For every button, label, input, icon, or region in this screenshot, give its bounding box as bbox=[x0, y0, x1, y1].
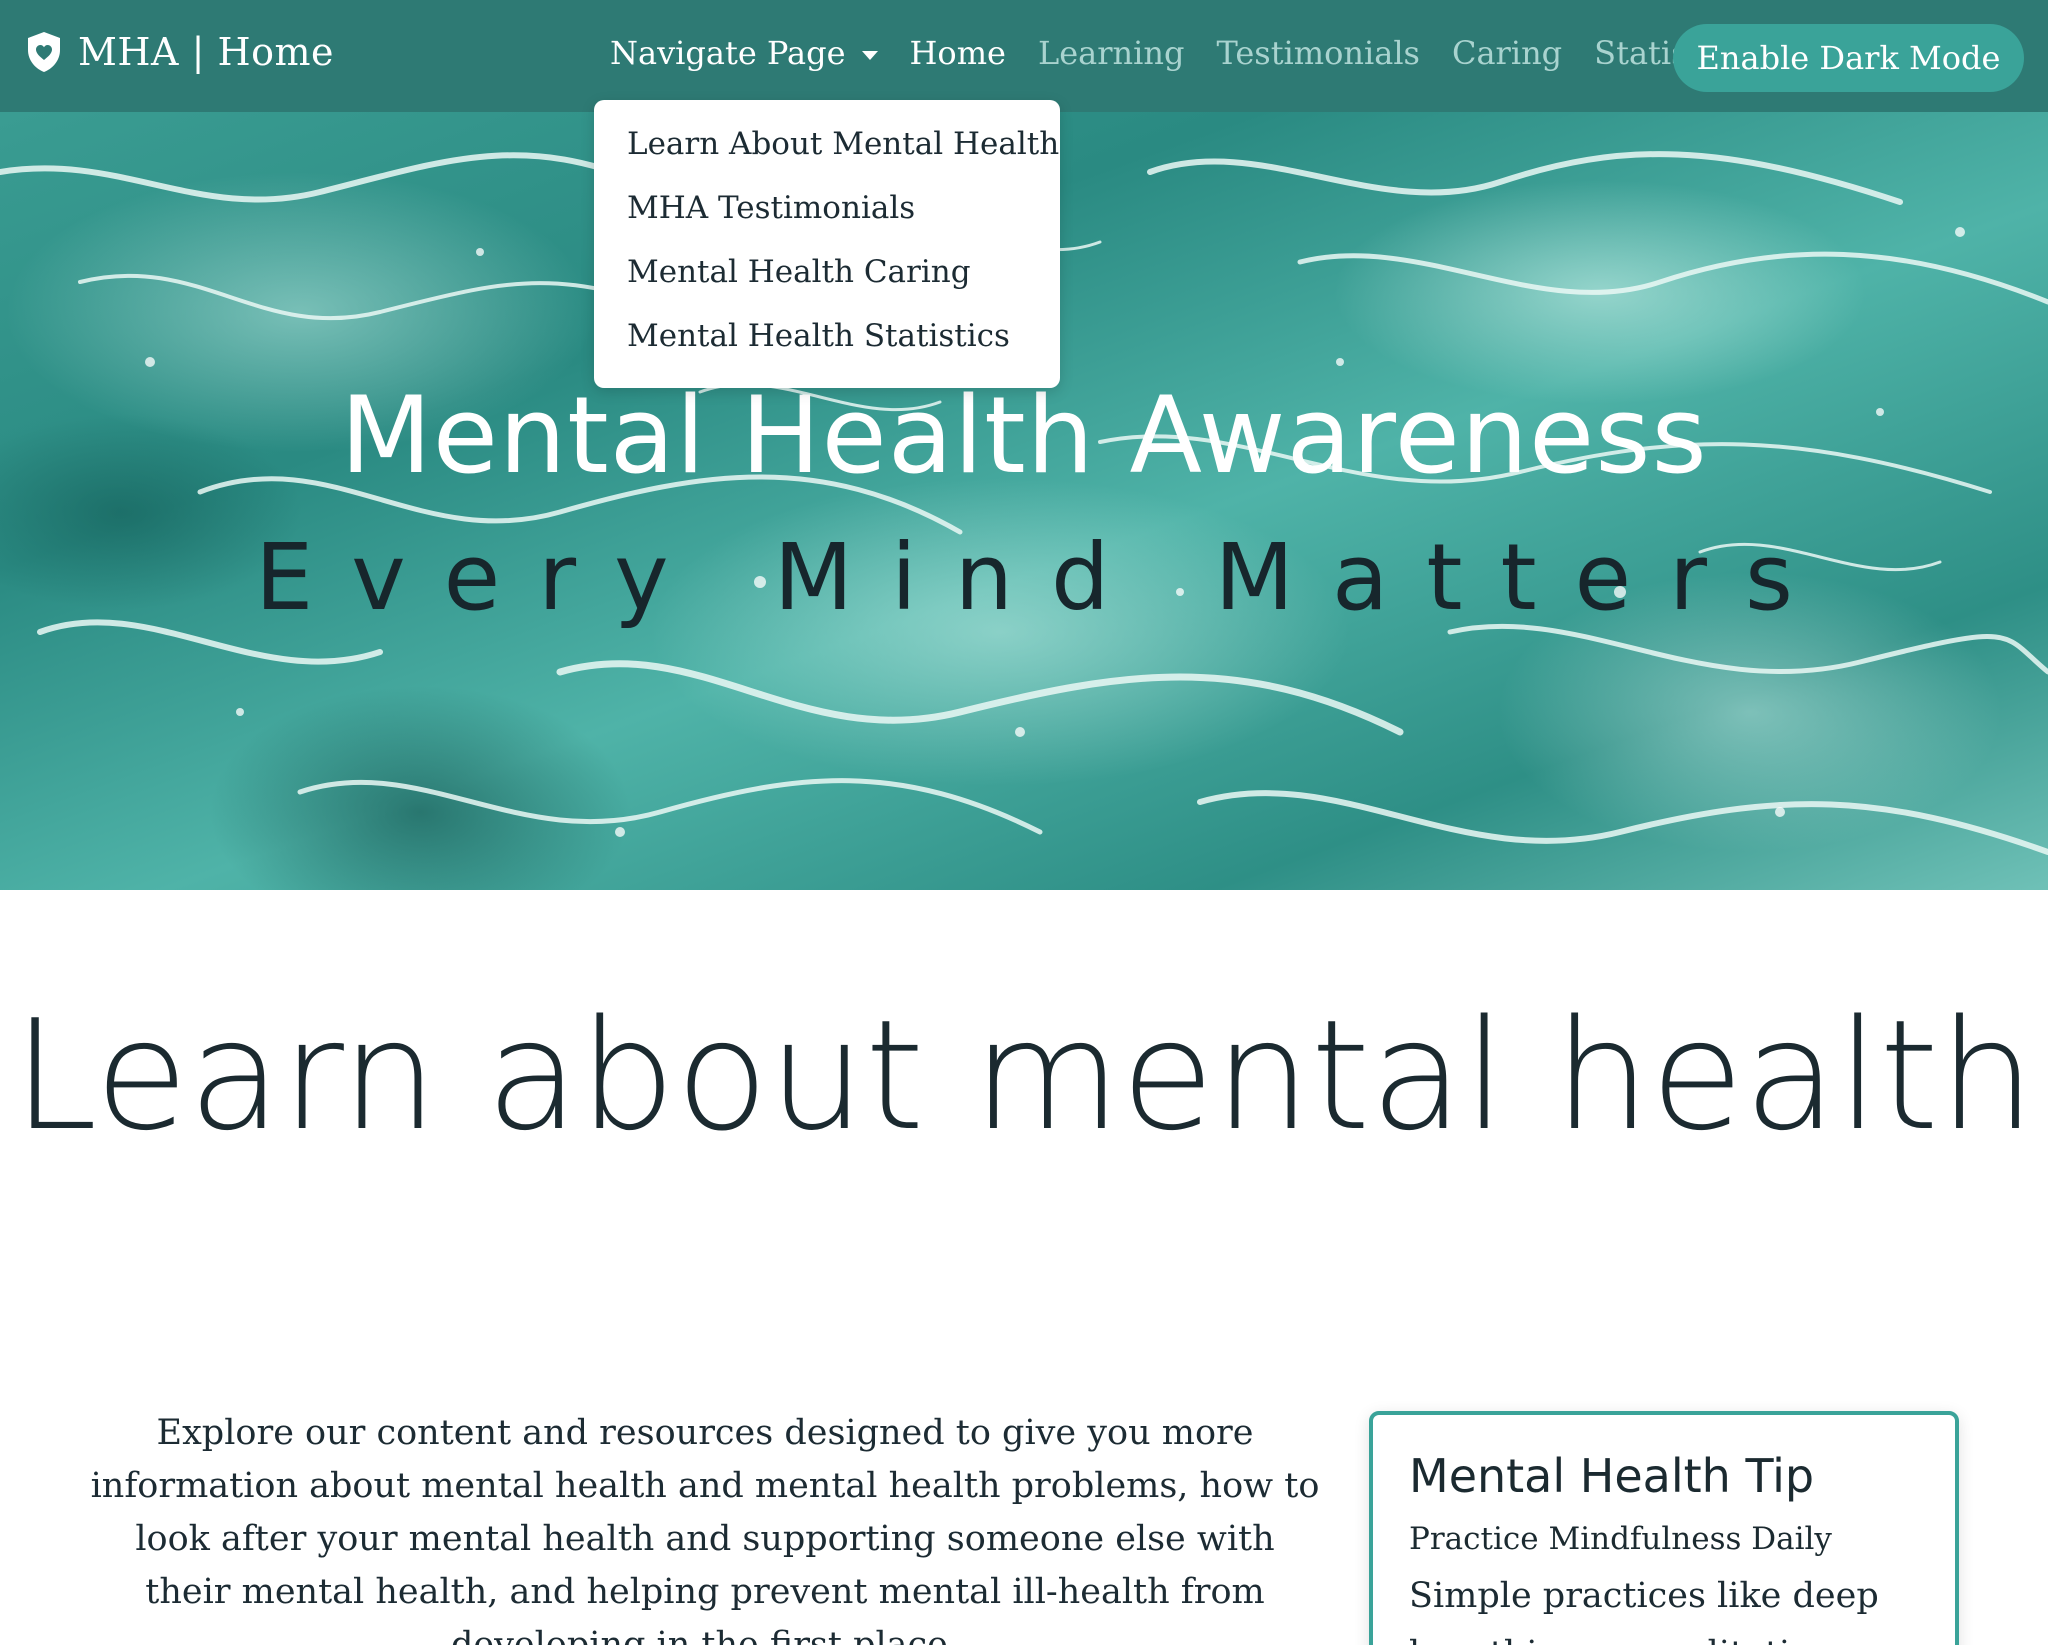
nav-link-learning[interactable]: Learning bbox=[1038, 34, 1185, 72]
enable-dark-mode-button[interactable]: Enable Dark Mode bbox=[1673, 24, 2024, 92]
shield-heart-icon bbox=[28, 32, 60, 72]
navbar: MHA | Home Navigate Page Home Learning T… bbox=[0, 0, 2048, 112]
intro-paragraph: Explore our content and resources design… bbox=[90, 1413, 1320, 1645]
tip-text: Simple practices like deep breathing or … bbox=[1409, 1576, 1879, 1645]
navigate-page-dropdown[interactable]: Navigate Page bbox=[610, 34, 878, 72]
mental-health-tip-card: Mental Health Tip Practice Mindfulness D… bbox=[1369, 1411, 1959, 1645]
nav-links: Navigate Page Home Learning Testimonials… bbox=[610, 34, 1777, 72]
nav-link-testimonials[interactable]: Testimonials bbox=[1216, 34, 1420, 72]
nav-link-caring[interactable]: Caring bbox=[1452, 34, 1562, 72]
brand-text: MHA | Home bbox=[78, 30, 334, 74]
navigate-page-label: Navigate Page bbox=[610, 34, 846, 72]
brand-link[interactable]: MHA | Home bbox=[24, 30, 334, 74]
caret-down-icon bbox=[861, 50, 878, 60]
hero-subtitle: Every Mind Matters bbox=[255, 524, 1831, 631]
hero-title: Mental Health Awareness bbox=[340, 374, 1708, 497]
navigate-page-menu: Learn About Mental Health MHA Testimonia… bbox=[594, 100, 1060, 388]
section-heading: Learn about mental health bbox=[12, 987, 2036, 1164]
dropdown-item-learn[interactable]: Learn About Mental Health bbox=[594, 122, 1060, 186]
dropdown-item-testimonials[interactable]: MHA Testimonials bbox=[594, 186, 1060, 250]
dropdown-item-caring[interactable]: Mental Health Caring bbox=[594, 250, 1060, 314]
tip-heading: Mental Health Tip bbox=[1409, 1449, 1815, 1503]
tip-subheading: Practice Mindfulness Daily bbox=[1409, 1521, 1832, 1557]
nav-link-home[interactable]: Home bbox=[910, 34, 1006, 72]
dropdown-item-statistics[interactable]: Mental Health Statistics bbox=[594, 314, 1060, 378]
